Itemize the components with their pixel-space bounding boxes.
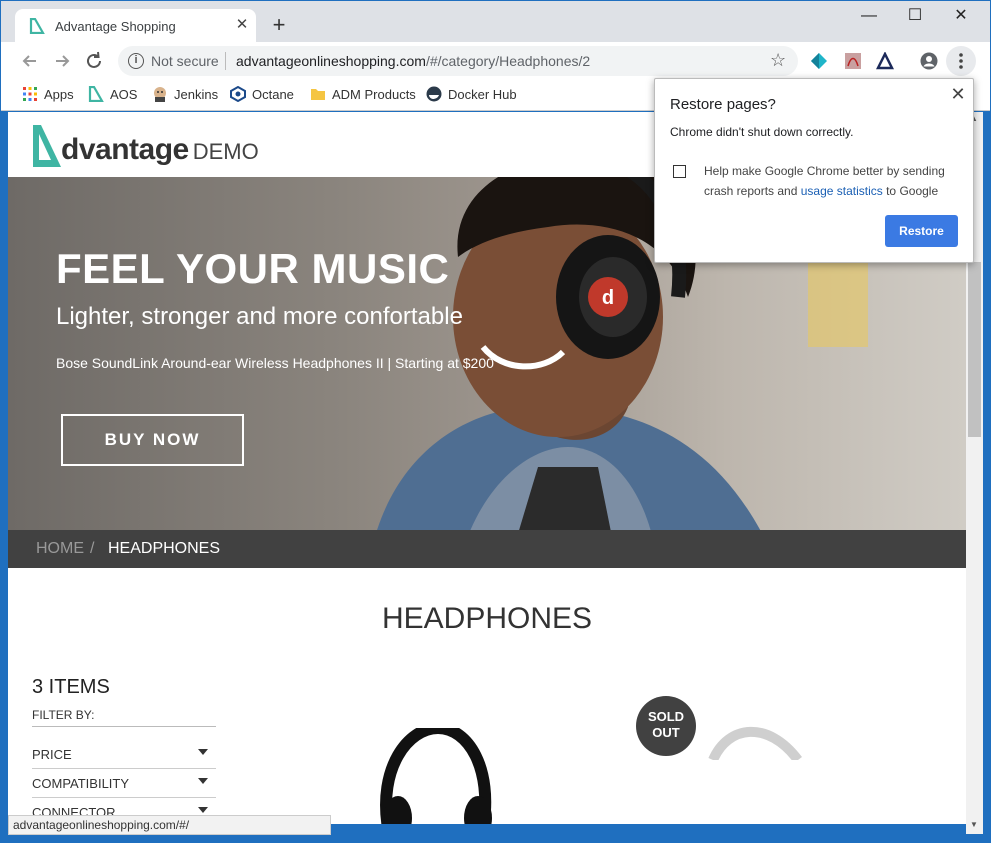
sold-out-line2: OUT (652, 725, 680, 740)
bookmark-label: AOS (110, 86, 138, 102)
caret-down-icon (198, 778, 208, 784)
bookmark-label: ADM Products (332, 86, 416, 102)
logo-demo: DEMO (192, 139, 259, 164)
bookmark-aos[interactable]: AOS (88, 86, 137, 102)
browser-toolbar: i Not secure advantageonlineshopping.com… (1, 42, 990, 80)
site-logo[interactable]: dvantage DEMO (30, 122, 259, 168)
scroll-down-icon[interactable]: ▼ (970, 820, 979, 829)
bookmark-label: Apps (44, 86, 74, 102)
dialog-message: Chrome didn't shut down correctly. (670, 125, 854, 139)
docker-icon (426, 86, 442, 102)
dialog-title: Restore pages? (670, 96, 776, 113)
tab-advantage-shopping[interactable]: Advantage Shopping ✕ (15, 9, 256, 43)
url-host: advantageonlineshopping.com (236, 53, 426, 69)
hero-headline: FEEL YOUR MUSIC (56, 245, 450, 292)
forward-icon[interactable] (51, 50, 73, 72)
security-label: Not secure (151, 53, 219, 69)
checkbox-label: Help make Google Chrome better by sendin… (704, 161, 964, 201)
aos-favicon-icon (29, 18, 45, 34)
hero-subheadline: Lighter, stronger and more confortable (56, 303, 463, 330)
profile-icon[interactable] (920, 52, 938, 70)
bookmark-adm-products[interactable]: ADM Products (310, 86, 416, 102)
bookmark-jenkins[interactable]: Jenkins (152, 86, 218, 102)
maximize-button[interactable]: ☐ (892, 5, 938, 29)
filter-compatibility[interactable]: COMPATIBILITY (32, 776, 216, 798)
caret-down-icon (198, 807, 208, 813)
dialog-close-icon[interactable]: ✕ (948, 84, 968, 104)
bookmark-label: Jenkins (174, 86, 219, 102)
filter-price[interactable]: PRICE (32, 747, 216, 769)
category-title: HEADPHONES (381, 602, 593, 635)
pdf-extension-icon[interactable] (844, 52, 862, 70)
bookmark-octane[interactable]: Octane (230, 86, 294, 102)
omnibox-separator (225, 52, 226, 70)
items-count: 3 ITEMS (32, 676, 110, 698)
url-text: advantageonlineshopping.com/#/category/H… (236, 53, 590, 69)
minimize-button[interactable]: — (846, 5, 892, 29)
sold-out-badge: SOLD OUT (636, 696, 696, 756)
bookmark-star-icon[interactable]: ☆ (770, 50, 786, 71)
product-headphones-image[interactable] (378, 728, 493, 824)
octane-extension-icon[interactable] (876, 52, 894, 70)
tab-strip: Advantage Shopping ✕ + — ☐ ✕ (1, 1, 990, 43)
advantage-logo-icon (33, 125, 61, 167)
filter-by-label: FILTER BY: (32, 708, 216, 727)
new-tab-button[interactable]: + (267, 14, 291, 38)
svg-text:d: d (602, 287, 614, 309)
extension-teal-icon[interactable] (810, 52, 828, 70)
sold-out-line1: SOLD (647, 709, 685, 724)
scrollbar-thumb[interactable] (968, 262, 981, 437)
kebab-menu-icon (959, 53, 963, 69)
url-path: /#/category/Headphones/2 (425, 53, 591, 69)
info-icon[interactable]: i (128, 53, 144, 69)
bookmark-docker-hub[interactable]: Docker Hub (426, 86, 517, 102)
browser-window: Advantage Shopping ✕ + — ☐ ✕ i Not secur… (0, 0, 991, 843)
breadcrumb-current: HEADPHONES (108, 540, 221, 557)
jenkins-icon (154, 87, 166, 102)
bookmark-label: Docker Hub (448, 86, 517, 102)
breadcrumb-separator: / (90, 540, 95, 557)
restore-button[interactable]: Restore (885, 215, 958, 247)
back-icon[interactable] (19, 50, 41, 72)
reload-icon[interactable] (83, 50, 105, 72)
octane-icon (230, 86, 246, 102)
restore-pages-dialog: Restore pages? ✕ Chrome didn't shut down… (654, 78, 974, 263)
checkbox-text-end: to Google (882, 184, 939, 198)
usage-statistics-link[interactable]: usage statistics (801, 184, 883, 198)
bookmark-apps[interactable]: Apps (22, 86, 74, 102)
bookmark-label: Octane (252, 86, 294, 102)
filter-label: PRICE (32, 747, 72, 762)
folder-icon (311, 89, 325, 100)
apps-grid-icon (23, 87, 37, 101)
status-bar-url: advantageonlineshopping.com/#/ (8, 815, 331, 835)
product-headphones-white-image[interactable] (708, 720, 808, 760)
tab-title: Advantage Shopping (55, 19, 176, 34)
filter-label: COMPATIBILITY (32, 776, 130, 791)
caret-down-icon (198, 749, 208, 755)
hero-tagline: Bose SoundLink Around-ear Wireless Headp… (56, 355, 494, 371)
address-bar[interactable]: i Not secure advantageonlineshopping.com… (118, 46, 798, 76)
buy-now-button[interactable]: BUY NOW (61, 414, 244, 466)
crash-report-checkbox[interactable] (673, 165, 686, 178)
tab-close-icon[interactable]: ✕ (233, 16, 251, 34)
aos-icon (88, 86, 104, 102)
window-close-button[interactable]: ✕ (938, 5, 984, 29)
breadcrumb-home-link[interactable]: HOME (36, 540, 84, 558)
menu-button[interactable] (946, 46, 976, 76)
logo-word: dvantage (61, 133, 189, 166)
breadcrumb: HOME / HEADPHONES (8, 530, 966, 568)
